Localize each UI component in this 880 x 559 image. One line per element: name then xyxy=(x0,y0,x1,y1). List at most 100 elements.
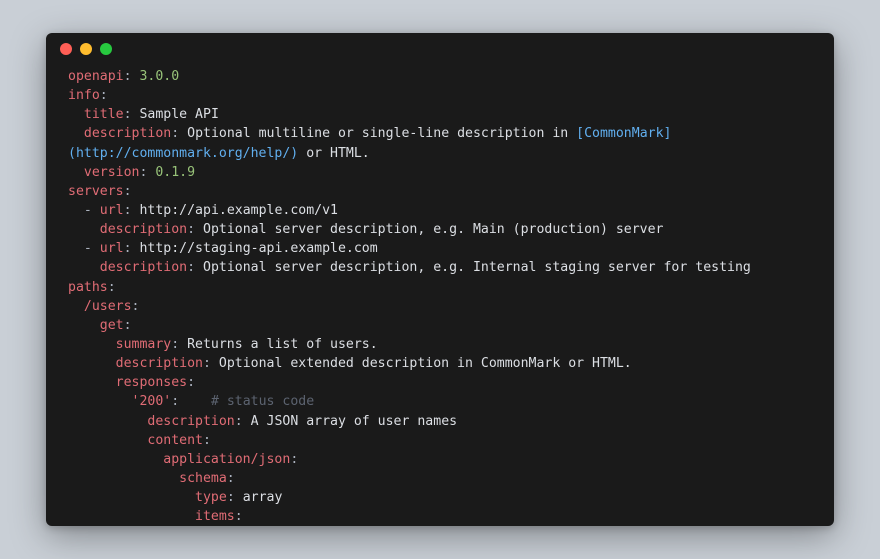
token-punc: : xyxy=(227,471,235,486)
token-punc: : xyxy=(187,260,203,275)
token-punc xyxy=(68,490,195,505)
token-punc xyxy=(68,318,100,333)
code-line: - url: http://staging-api.example.com xyxy=(68,239,812,258)
token-punc xyxy=(68,126,84,141)
token-key: items xyxy=(195,509,235,524)
code-line: (http://commonmark.org/help/) or HTML. xyxy=(68,144,812,163)
code-line: - url: http://api.example.com/v1 xyxy=(68,201,812,220)
code-block: openapi: 3.0.0 info: title: Sample API de… xyxy=(46,65,834,526)
token-punc xyxy=(68,471,179,486)
token-punc: : xyxy=(203,356,219,371)
token-num: 3.0.0 xyxy=(139,69,179,84)
token-key: content xyxy=(147,433,203,448)
token-punc: : xyxy=(187,375,195,390)
token-key: description xyxy=(100,222,187,237)
code-line: description: Optional server description… xyxy=(68,258,812,277)
token-key: url xyxy=(100,203,124,218)
token-punc: - xyxy=(68,241,100,256)
code-line: schema: xyxy=(68,469,812,488)
code-line: description: Optional extended descripti… xyxy=(68,354,812,373)
code-line: type: array xyxy=(68,488,812,507)
window-close-icon[interactable] xyxy=(60,43,72,55)
window-minimize-icon[interactable] xyxy=(80,43,92,55)
token-punc xyxy=(68,356,116,371)
token-punc: : xyxy=(100,88,108,103)
token-val: Optional server description, e.g. Intern… xyxy=(203,260,751,275)
token-punc: : xyxy=(108,280,116,295)
token-key: description xyxy=(100,260,187,275)
code-line: content: xyxy=(68,431,812,450)
code-line: openapi: 3.0.0 xyxy=(68,67,812,86)
token-punc xyxy=(68,394,132,409)
token-val: http://api.example.com/v1 xyxy=(139,203,338,218)
token-punc: : xyxy=(132,299,140,314)
token-key: description xyxy=(147,414,234,429)
token-key: info xyxy=(68,88,100,103)
token-val: http://staging-api.example.com xyxy=(139,241,377,256)
token-punc: : xyxy=(139,165,155,180)
token-key: description xyxy=(116,356,203,371)
token-key: url xyxy=(100,241,124,256)
token-key: '200' xyxy=(132,394,172,409)
token-comm: # status code xyxy=(179,394,314,409)
token-punc xyxy=(68,433,147,448)
token-punc xyxy=(68,107,84,122)
code-line: description: Optional multiline or singl… xyxy=(68,124,812,143)
code-line: title: Sample API xyxy=(68,105,812,124)
code-line: application/json: xyxy=(68,450,812,469)
token-key: application/json xyxy=(163,452,290,467)
token-punc: : xyxy=(124,241,140,256)
token-key: get xyxy=(100,318,124,333)
token-punc xyxy=(68,222,100,237)
token-link: [CommonMark] xyxy=(576,126,671,141)
token-punc: : xyxy=(124,107,140,122)
token-num: 0.1.9 xyxy=(155,165,195,180)
code-line: servers: xyxy=(68,182,812,201)
token-punc: : xyxy=(124,69,140,84)
token-key: version xyxy=(84,165,140,180)
token-punc: - xyxy=(68,203,100,218)
token-val: Sample API xyxy=(139,107,218,122)
token-key: description xyxy=(84,126,171,141)
token-punc: : xyxy=(203,433,211,448)
token-punc: : xyxy=(235,414,251,429)
code-line: description: Optional server description… xyxy=(68,220,812,239)
token-punc xyxy=(68,375,116,390)
token-punc: : xyxy=(124,184,132,199)
code-line: paths: xyxy=(68,278,812,297)
code-line: get: xyxy=(68,316,812,335)
window-zoom-icon[interactable] xyxy=(100,43,112,55)
token-val: Returns a list of users. xyxy=(187,337,378,352)
code-line: responses: xyxy=(68,373,812,392)
token-punc: : xyxy=(171,394,179,409)
token-punc: : xyxy=(171,126,187,141)
token-punc: : xyxy=(124,318,132,333)
token-punc xyxy=(68,452,163,467)
token-punc: : xyxy=(124,203,140,218)
token-punc: : xyxy=(187,222,203,237)
token-link: (http://commonmark.org/help/) xyxy=(68,146,298,161)
token-val: Optional server description, e.g. Main (… xyxy=(203,222,664,237)
token-punc xyxy=(68,260,100,275)
token-val: or HTML. xyxy=(298,146,369,161)
token-key: servers xyxy=(68,184,124,199)
code-line: summary: Returns a list of users. xyxy=(68,335,812,354)
token-key: /users xyxy=(84,299,132,314)
token-punc xyxy=(68,337,116,352)
token-punc: : xyxy=(227,490,243,505)
token-punc xyxy=(68,299,84,314)
code-line: items: xyxy=(68,507,812,526)
token-val: array xyxy=(243,490,283,505)
window-titlebar xyxy=(46,33,834,65)
token-key: title xyxy=(84,107,124,122)
token-punc: : xyxy=(290,452,298,467)
token-key: paths xyxy=(68,280,108,295)
code-line: description: A JSON array of user names xyxy=(68,412,812,431)
token-punc xyxy=(68,165,84,180)
code-line: /users: xyxy=(68,297,812,316)
code-line: '200': # status code xyxy=(68,392,812,411)
token-val: A JSON array of user names xyxy=(251,414,457,429)
token-punc: : xyxy=(235,509,243,524)
token-val: Optional extended description in CommonM… xyxy=(219,356,632,371)
token-key: openapi xyxy=(68,69,124,84)
